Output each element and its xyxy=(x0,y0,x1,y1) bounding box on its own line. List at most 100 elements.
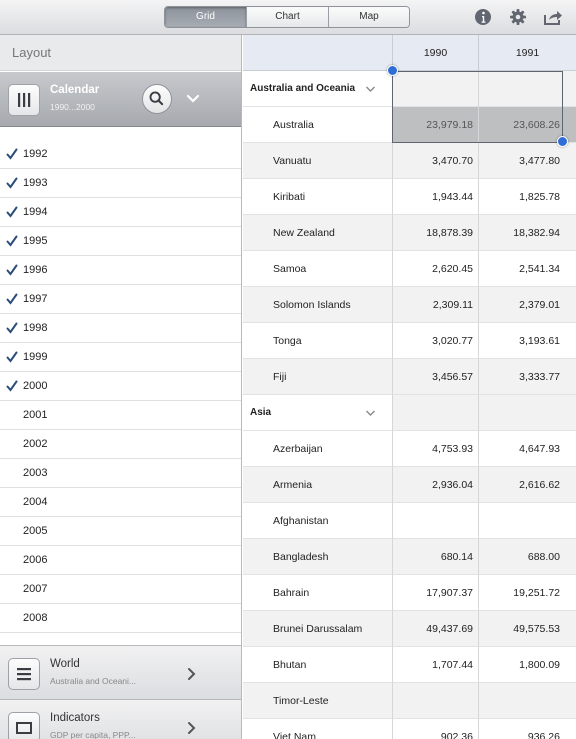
cell-1990[interactable]: 3,020.77 xyxy=(392,323,478,359)
list-item[interactable]: 2003 xyxy=(0,459,241,488)
table-row[interactable]: Australia 23,979.18 23,608.26 xyxy=(243,107,576,143)
cell-1991[interactable] xyxy=(478,395,576,431)
list-item[interactable]: 1993 xyxy=(0,169,241,198)
list-item[interactable]: 2000 xyxy=(0,372,241,401)
list-item[interactable]: 1999 xyxy=(0,343,241,372)
calendar-dimension-card[interactable]: Calendar 1990...2000 xyxy=(0,72,241,127)
list-item[interactable]: 2006 xyxy=(0,546,241,575)
table-row[interactable]: Viet Nam 902.36 936.26 xyxy=(243,719,576,739)
table-row[interactable]: Bangladesh 680.14 688.00 xyxy=(243,539,576,575)
cell-1990[interactable]: 2,936.04 xyxy=(392,467,478,503)
table-row[interactable]: New Zealand 18,878.39 18,382.94 xyxy=(243,215,576,251)
cell-1991[interactable]: 2,616.62 xyxy=(478,467,576,503)
world-dimension-card[interactable]: World Australia and Oceani... xyxy=(0,645,241,700)
gear-icon[interactable] xyxy=(509,8,527,26)
table-row[interactable]: Afghanistan xyxy=(243,503,576,539)
year-label: 2002 xyxy=(23,438,48,450)
cell-1991[interactable] xyxy=(478,503,576,539)
cell-1991[interactable]: 2,541.34 xyxy=(478,251,576,287)
share-icon[interactable] xyxy=(543,8,563,26)
table-row[interactable]: Samoa 2,620.45 2,541.34 xyxy=(243,251,576,287)
tab-chart[interactable]: Chart xyxy=(247,7,329,27)
chevron-right-icon[interactable] xyxy=(186,721,198,735)
chevron-right-icon[interactable] xyxy=(186,667,198,681)
cell-1990[interactable]: 1,707.44 xyxy=(392,647,478,683)
table-row[interactable]: Armenia 2,936.04 2,616.62 xyxy=(243,467,576,503)
group-row[interactable]: Australia and Oceania xyxy=(243,71,576,107)
table-row[interactable]: Brunei Darussalam 49,437.69 49,575.53 xyxy=(243,611,576,647)
table-row[interactable]: Tonga 3,020.77 3,193.61 xyxy=(243,323,576,359)
cell-1990[interactable]: 1,943.44 xyxy=(392,179,478,215)
row-label: Bhutan xyxy=(243,647,392,683)
cell-1990[interactable] xyxy=(392,395,478,431)
list-item[interactable]: 1994 xyxy=(0,198,241,227)
list-item[interactable]: 1992 xyxy=(0,140,241,169)
tab-map[interactable]: Map xyxy=(329,7,409,27)
cell-1990[interactable]: 2,309.11 xyxy=(392,287,478,323)
cell-1991[interactable] xyxy=(478,71,576,107)
chevron-down-icon[interactable] xyxy=(365,84,376,94)
column-header[interactable]: 1990 xyxy=(392,35,478,71)
year-label: 2005 xyxy=(23,525,48,537)
tab-grid[interactable]: Grid xyxy=(165,7,247,27)
cell-1991[interactable]: 936.26 xyxy=(478,719,576,739)
cell-1991[interactable]: 3,193.61 xyxy=(478,323,576,359)
list-item[interactable]: 2001 xyxy=(0,401,241,430)
columns-icon xyxy=(18,93,31,107)
cell-1990[interactable]: 17,907.37 xyxy=(392,575,478,611)
cell-1991[interactable]: 18,382.94 xyxy=(478,215,576,251)
list-item[interactable]: 1996 xyxy=(0,256,241,285)
table-row[interactable]: Solomon Islands 2,309.11 2,379.01 xyxy=(243,287,576,323)
group-row[interactable]: Asia xyxy=(243,395,576,431)
cell-1990[interactable]: 3,456.57 xyxy=(392,359,478,395)
table-row[interactable]: Bahrain 17,907.37 19,251.72 xyxy=(243,575,576,611)
cell-1991[interactable]: 1,825.78 xyxy=(478,179,576,215)
list-item[interactable]: 2007 xyxy=(0,575,241,604)
column-header[interactable]: 1991 xyxy=(478,35,576,71)
sel-handle-top[interactable] xyxy=(387,65,398,76)
info-icon[interactable] xyxy=(474,8,492,26)
table-row[interactable]: Fiji 3,456.57 3,333.77 xyxy=(243,359,576,395)
cell-1991[interactable]: 49,575.53 xyxy=(478,611,576,647)
list-item[interactable]: 2002 xyxy=(0,430,241,459)
cell-1990[interactable] xyxy=(392,503,478,539)
cell-1990[interactable]: 3,470.70 xyxy=(392,143,478,179)
list-item[interactable]: 1997 xyxy=(0,285,241,314)
cell-1991[interactable]: 3,333.77 xyxy=(478,359,576,395)
cell-1991[interactable]: 3,477.80 xyxy=(478,143,576,179)
cell-1990[interactable]: 2,620.45 xyxy=(392,251,478,287)
fixed-button[interactable] xyxy=(8,712,40,739)
list-item[interactable]: 1998 xyxy=(0,314,241,343)
cell-1990[interactable] xyxy=(392,683,478,719)
cell-1991[interactable]: 2,379.01 xyxy=(478,287,576,323)
chevron-down-icon[interactable] xyxy=(186,92,200,106)
cell-1991[interactable]: 1,800.09 xyxy=(478,647,576,683)
chevron-down-icon[interactable] xyxy=(365,408,376,418)
list-item[interactable]: 1995 xyxy=(0,227,241,256)
cell-1990[interactable]: 4,753.93 xyxy=(392,431,478,467)
cell-1990[interactable]: 680.14 xyxy=(392,539,478,575)
list-item[interactable]: 2008 xyxy=(0,604,241,633)
sel-handle-bottom[interactable] xyxy=(557,136,568,147)
cell-1990[interactable]: 902.36 xyxy=(392,719,478,739)
cell-1991[interactable]: 19,251.72 xyxy=(478,575,576,611)
columns-button[interactable] xyxy=(8,84,40,116)
cell-1990[interactable]: 49,437.69 xyxy=(392,611,478,647)
cell-1990[interactable]: 18,878.39 xyxy=(392,215,478,251)
table-row[interactable]: Vanuatu 3,470.70 3,477.80 xyxy=(243,143,576,179)
table-row[interactable]: Timor-Leste xyxy=(243,683,576,719)
table-row[interactable]: Kiribati 1,943.44 1,825.78 xyxy=(243,179,576,215)
search-button[interactable] xyxy=(142,84,172,114)
cell-1990[interactable]: 23,979.18 xyxy=(392,107,478,143)
cell-1991[interactable]: 688.00 xyxy=(478,539,576,575)
cell-1991[interactable] xyxy=(478,683,576,719)
list-item[interactable]: 2005 xyxy=(0,517,241,546)
cell-1990[interactable] xyxy=(392,71,478,107)
table-row[interactable]: Azerbaijan 4,753.93 4,647.93 xyxy=(243,431,576,467)
cell-1991[interactable]: 4,647.93 xyxy=(478,431,576,467)
world-selection: Australia and Oceani... xyxy=(50,676,136,686)
list-item[interactable]: 2004 xyxy=(0,488,241,517)
indicators-dimension-card[interactable]: Indicators GDP per capita, PPP... xyxy=(0,699,241,739)
table-row[interactable]: Bhutan 1,707.44 1,800.09 xyxy=(243,647,576,683)
rows-button[interactable] xyxy=(8,658,40,690)
